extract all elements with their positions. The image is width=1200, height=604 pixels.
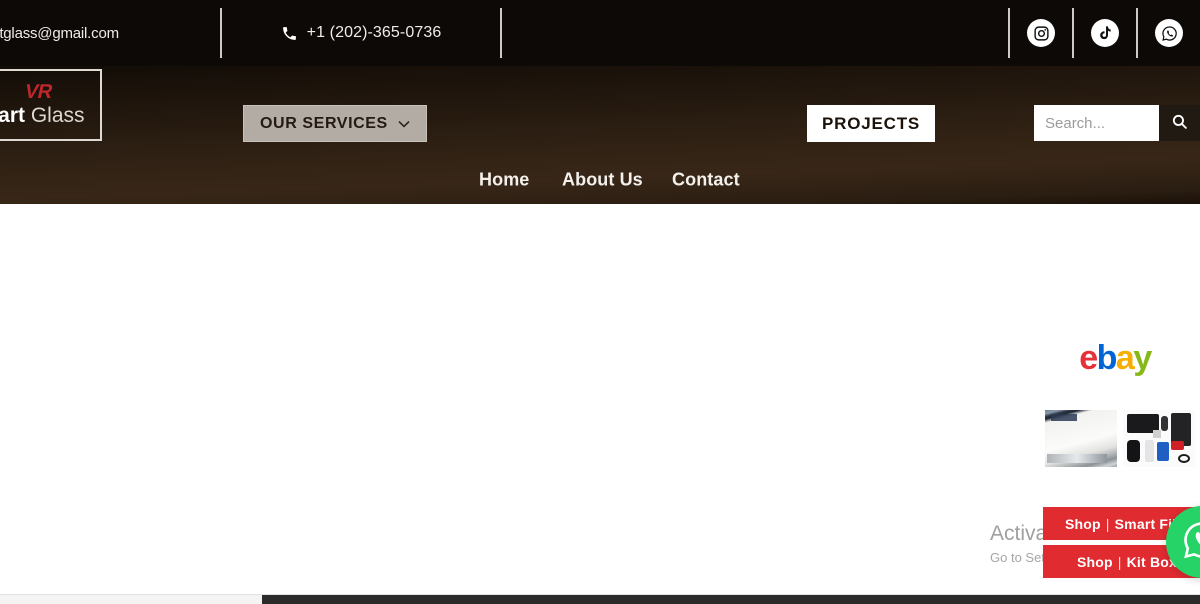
header-search <box>1034 105 1200 141</box>
ebay-product-thumbnails <box>1040 410 1200 467</box>
ebay-logo-a: a <box>1115 339 1135 377</box>
top-contact-bar: rsmartglass@gmail.com +1 (202)-365-0736 <box>0 0 1200 66</box>
social-links <box>1008 8 1200 58</box>
nav-link-about-us[interactable]: About Us <box>562 170 643 191</box>
whatsapp-icon <box>1155 19 1183 47</box>
nav-link-home[interactable]: Home <box>479 170 529 191</box>
smart-film-product-thumbnail[interactable] <box>1045 410 1117 467</box>
email-text: rsmartglass@gmail.com <box>0 24 119 42</box>
ebay-logo: ebay <box>1040 341 1200 375</box>
nav-button-projects[interactable]: PROJECTS <box>807 105 936 142</box>
page-content: ebay Activate Windows Go to Settings to … <box>0 204 1200 604</box>
nav-link-contact[interactable]: Contact <box>672 170 740 191</box>
ebay-promo-widget: ebay <box>1040 341 1200 467</box>
social-link-tiktok[interactable] <box>1072 8 1136 58</box>
primary-navigation: OUR SERVICES Home About Us Contact Blogs… <box>0 66 1200 233</box>
phone-number-text: +1 (202)-365-0736 <box>306 24 442 41</box>
search-icon <box>1171 113 1188 133</box>
kit-box-product-thumbnail[interactable] <box>1123 410 1195 467</box>
whatsapp-fab-icon <box>1181 519 1200 566</box>
ebay-logo-e: e <box>1079 339 1098 377</box>
search-input[interactable] <box>1034 105 1159 141</box>
ebay-logo-y: y <box>1133 339 1152 377</box>
tiktok-icon <box>1091 19 1119 47</box>
nav-dropdown-our-services[interactable]: OUR SERVICES <box>243 105 427 142</box>
search-submit-button[interactable] <box>1159 105 1200 141</box>
shop-kit-box-action: Shop <box>1076 553 1113 570</box>
topbar-phone-cell[interactable]: +1 (202)-365-0736 <box>222 8 502 58</box>
main-header: VR mart Glass OUR SERVICES Home About Us… <box>0 66 1200 233</box>
chevron-down-icon <box>398 120 410 128</box>
projects-label: PROJECTS <box>822 113 921 133</box>
shop-smart-film-action: Shop <box>1065 515 1101 532</box>
ebay-logo-b: b <box>1096 339 1118 377</box>
instagram-icon <box>1027 19 1055 47</box>
social-link-whatsapp[interactable] <box>1136 8 1200 58</box>
shop-smart-film-separator: | <box>1105 515 1110 532</box>
shop-kit-box-separator: | <box>1117 553 1122 570</box>
our-services-label: OUR SERVICES <box>260 114 388 132</box>
topbar-email-cell[interactable]: rsmartglass@gmail.com <box>0 8 222 58</box>
social-link-instagram[interactable] <box>1008 8 1072 58</box>
phone-icon <box>281 25 298 42</box>
